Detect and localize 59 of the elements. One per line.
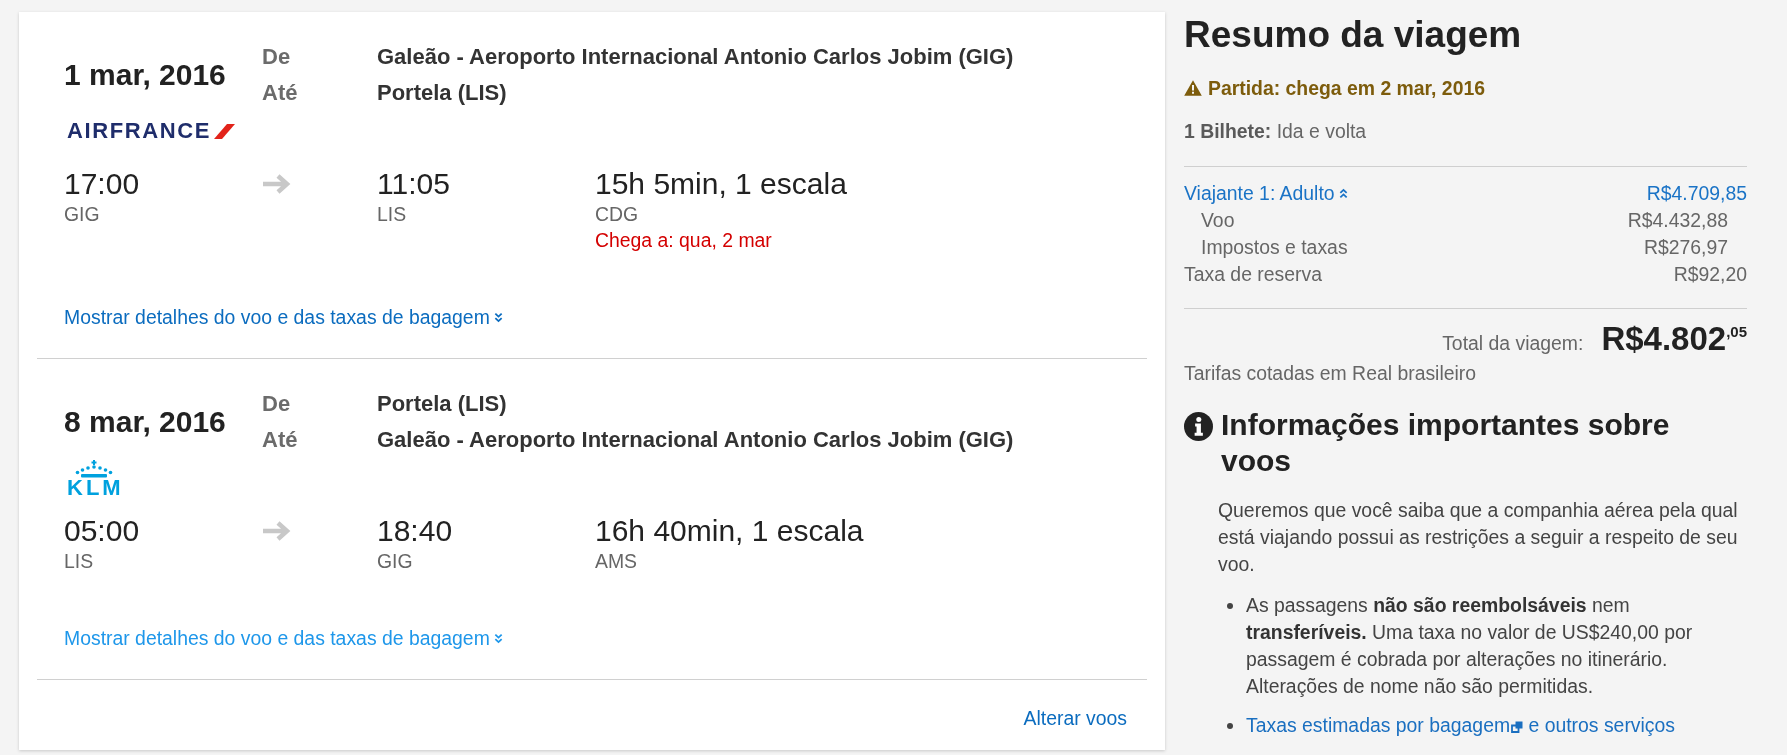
- info-heading: Informações importantes sobre voos: [1221, 407, 1671, 479]
- stopover-code: AMS: [595, 549, 638, 574]
- destination-airport: Galeão - Aeroporto Internacional Antonio Carlos Jobim (GIG): [377, 426, 1014, 454]
- destination-airport: Portela (LIS): [377, 79, 507, 107]
- summary-title: Resumo da viagem: [1184, 13, 1522, 57]
- origin-airport: Portela (LIS): [377, 390, 507, 418]
- price-amount: R$92,20: [1673, 262, 1747, 287]
- optional-services-link[interactable]: e outros serviços: [1528, 714, 1676, 736]
- origin-airport: Galeão - Aeroporto Internacional Antonio Carlos Jobim (GIG): [377, 43, 1014, 71]
- double-chevron-down-icon: [493, 632, 503, 644]
- airline-logo-text: AIRFRANCE: [67, 122, 211, 140]
- price-amount: R$4.432,88: [1627, 208, 1728, 233]
- from-label: De: [262, 390, 291, 418]
- currency-note: Tarifas cotadas em Real brasileiro: [1184, 361, 1477, 385]
- arrival-notice: Chega a: qua, 2 mar: [595, 228, 772, 253]
- flight-date: 8 mar, 2016: [64, 404, 226, 440]
- price-amount: R$4.709,85: [1646, 181, 1747, 206]
- flight-date: 1 mar, 2016: [64, 57, 226, 93]
- flight-duration: 15h 5min, 1 escala: [595, 167, 847, 201]
- double-chevron-up-icon: [1338, 188, 1348, 199]
- bullet-icon: [1227, 602, 1233, 609]
- arrival-time: 18:40: [377, 514, 453, 548]
- airport-code: GIG: [64, 202, 100, 227]
- bullet-icon: [1227, 722, 1233, 729]
- external-link-icon: [1511, 721, 1524, 733]
- to-label: Até: [262, 426, 298, 454]
- price-label: Taxa de reserva: [1184, 262, 1322, 287]
- departure-time: 05:00: [64, 514, 140, 548]
- departure-warning: Partida: chega em 2 mar, 2016: [1208, 76, 1485, 101]
- total-label: Total da viagem:: [1442, 331, 1584, 356]
- double-chevron-down-icon: [493, 311, 503, 323]
- from-label: De: [262, 43, 291, 71]
- slash-stripe-icon: [213, 123, 235, 139]
- crown-icon: [74, 459, 113, 478]
- airport-code: LIS: [377, 202, 407, 227]
- ticket-info: 1 Bilhete: Ida e volta: [1184, 119, 1367, 144]
- flight-details-link[interactable]: Mostrar detalhes do voo e das taxas de bagagem: [64, 304, 503, 330]
- airport-code: LIS: [64, 549, 94, 574]
- flight-details-link[interactable]: Mostrar detalhes do voo e das taxas de bagagem: [64, 625, 503, 651]
- traveler-toggle[interactable]: Viajante 1: Adulto: [1184, 180, 1348, 207]
- price-amount: R$276,97: [1643, 235, 1728, 260]
- price-label: Voo: [1201, 208, 1235, 233]
- right-arrow-icon: [262, 173, 292, 195]
- stopover-code: CDG: [595, 202, 639, 227]
- departure-time: 17:00: [64, 167, 140, 201]
- total-amount: R$4.802$^{,05}$: [1601, 321, 1747, 357]
- restriction-text: As passagens não são reembolsáveis nem transferíveis. Uma taxa no valor de US$240,00 por passagem é cobrada por alterações no itinerário. Alterações de nome não são permitidas.: [1246, 593, 1694, 699]
- price-label: Impostos e taxas: [1201, 235, 1348, 260]
- right-arrow-icon: [262, 520, 292, 542]
- airline-logo-text: KLM: [66, 478, 124, 497]
- warning-icon: [1184, 80, 1202, 96]
- airport-code: GIG: [377, 549, 413, 574]
- arrival-time: 11:05: [377, 167, 450, 201]
- flight-duration: 16h 40min, 1 escala: [595, 514, 864, 548]
- change-flights-link[interactable]: Alterar voos: [1023, 705, 1127, 731]
- info-paragraph: Queremos que você saiba que a companhia aérea pela qual está viajando possui as restrições a seguir a respeito de seu voo.: [1218, 498, 1739, 577]
- to-label: Até: [262, 79, 298, 107]
- info-icon: [1184, 412, 1213, 441]
- baggage-fees-link[interactable]: Taxas estimadas por bagagem: [1246, 714, 1524, 736]
